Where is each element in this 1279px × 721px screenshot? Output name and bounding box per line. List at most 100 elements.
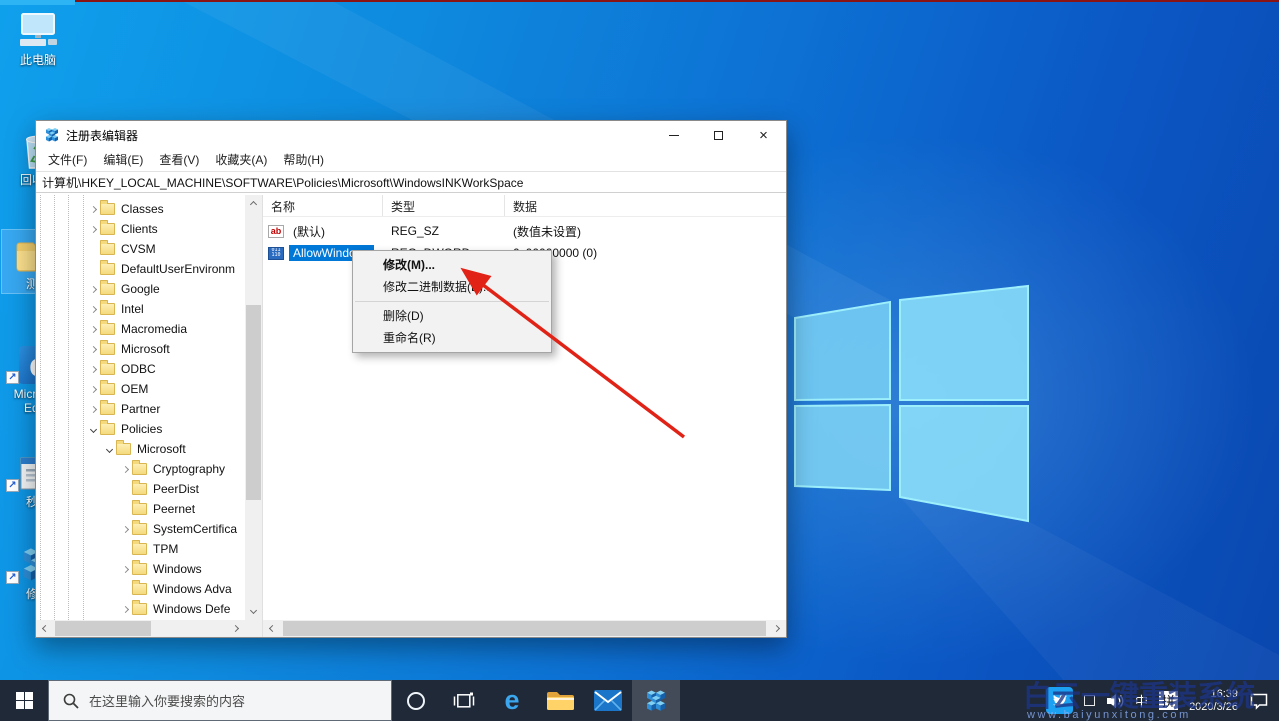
chevron-right-icon[interactable] bbox=[86, 367, 100, 372]
tree-pane: ClassesClientsCVSMDefaultUserEnvironmGoo… bbox=[36, 195, 263, 637]
search-placeholder: 在这里输入你要搜索的内容 bbox=[89, 691, 245, 710]
start-button[interactable] bbox=[0, 680, 48, 721]
taskbar-clock[interactable]: 16:39 2020/3/26 bbox=[1189, 688, 1238, 714]
tree-item-peerdist[interactable]: PeerDist bbox=[36, 479, 245, 499]
menu-file[interactable]: 文件(F) bbox=[40, 149, 95, 171]
tree-item-label: Windows Adva bbox=[153, 582, 232, 596]
folder-icon bbox=[132, 523, 147, 535]
chevron-right-icon[interactable] bbox=[118, 467, 132, 472]
tree-item-label: Windows Defe bbox=[153, 602, 230, 616]
column-header-类型[interactable]: 类型 bbox=[383, 195, 505, 216]
tree-item-odbc[interactable]: ODBC bbox=[36, 359, 245, 379]
registry-editor-taskbar-button[interactable] bbox=[632, 680, 680, 721]
menu-view[interactable]: 查看(V) bbox=[151, 149, 207, 171]
shortcut-arrow-icon: ↗ bbox=[6, 479, 19, 492]
scroll-left-icon[interactable] bbox=[263, 620, 280, 637]
scroll-up-icon[interactable] bbox=[245, 195, 262, 212]
chevron-right-icon[interactable] bbox=[86, 207, 100, 212]
folder-icon bbox=[100, 403, 115, 415]
tree-item-defaultuserenvironm[interactable]: DefaultUserEnvironm bbox=[36, 259, 245, 279]
scroll-left-icon[interactable] bbox=[36, 620, 53, 637]
menu-favorites[interactable]: 收藏夹(A) bbox=[207, 149, 275, 171]
scroll-right-icon[interactable] bbox=[228, 620, 245, 637]
tree-item-windows-defe[interactable]: Windows Defe bbox=[36, 599, 245, 619]
tree-item-clients[interactable]: Clients bbox=[36, 219, 245, 239]
maximize-button[interactable] bbox=[696, 121, 741, 149]
column-header-名称[interactable]: 名称 bbox=[263, 195, 383, 216]
minimize-button[interactable] bbox=[651, 121, 696, 149]
system-tray: 中 拼 16:39 2020/3/26 bbox=[1046, 680, 1279, 721]
tree-item-windows[interactable]: Windows bbox=[36, 559, 245, 579]
file-explorer-button[interactable] bbox=[536, 680, 584, 721]
windows-logo-icon bbox=[16, 692, 33, 709]
action-center-icon[interactable] bbox=[1249, 692, 1269, 710]
tree-item-partner[interactable]: Partner bbox=[36, 399, 245, 419]
context-item-删除-d[interactable]: 删除(D) bbox=[353, 305, 551, 327]
tree-vscroll-thumb[interactable] bbox=[246, 305, 261, 500]
tree-item-intel[interactable]: Intel bbox=[36, 299, 245, 319]
tree-item-microsoft[interactable]: Microsoft bbox=[36, 439, 245, 459]
tree-item-label: Microsoft bbox=[121, 342, 170, 356]
list-hscroll-thumb[interactable] bbox=[283, 621, 766, 636]
tree-item-oem[interactable]: OEM bbox=[36, 379, 245, 399]
chevron-right-icon[interactable] bbox=[86, 407, 100, 412]
tree-item-tpm[interactable]: TPM bbox=[36, 539, 245, 559]
menu-edit[interactable]: 编辑(E) bbox=[95, 149, 151, 171]
tree-item-classes[interactable]: Classes bbox=[36, 199, 245, 219]
chevron-right-icon[interactable] bbox=[86, 287, 100, 292]
chevron-right-icon[interactable] bbox=[86, 307, 100, 312]
context-item-重命名-r[interactable]: 重命名(R) bbox=[353, 327, 551, 349]
chevron-down-icon[interactable] bbox=[86, 427, 100, 432]
tree-horizontal-scrollbar[interactable] bbox=[36, 620, 245, 637]
title-bar[interactable]: 注册表编辑器 × bbox=[36, 121, 786, 149]
desktop-icon-this-pc[interactable]: 此电脑 bbox=[2, 6, 74, 69]
task-view-button[interactable] bbox=[440, 680, 488, 721]
menu-help[interactable]: 帮助(H) bbox=[275, 149, 332, 171]
chevron-right-icon[interactable] bbox=[86, 327, 100, 332]
folder-icon bbox=[132, 603, 147, 615]
address-bar[interactable]: 计算机\HKEY_LOCAL_MACHINE\SOFTWARE\Policies… bbox=[36, 171, 786, 193]
tree-item-macromedia[interactable]: Macromedia bbox=[36, 319, 245, 339]
tree-item-cvsm[interactable]: CVSM bbox=[36, 239, 245, 259]
folder-icon bbox=[100, 263, 115, 275]
value-row-默认[interactable]: ab(默认)REG_SZ(数值未设置) bbox=[263, 220, 786, 242]
scroll-down-icon[interactable] bbox=[245, 603, 262, 620]
folder-icon bbox=[100, 243, 115, 255]
taskbar-search-input[interactable]: 在这里输入你要搜索的内容 bbox=[48, 680, 392, 721]
chevron-right-icon[interactable] bbox=[86, 347, 100, 352]
chevron-right-icon[interactable] bbox=[86, 387, 100, 392]
context-item-修改二进制数据-b[interactable]: 修改二进制数据(B)... bbox=[353, 276, 551, 298]
chevron-down-icon[interactable] bbox=[102, 447, 116, 452]
ime-pinyin-indicator[interactable]: 拼 bbox=[1159, 691, 1178, 710]
tree-item-label: Windows bbox=[153, 562, 202, 576]
volume-icon[interactable] bbox=[1106, 693, 1124, 709]
mail-button[interactable] bbox=[584, 680, 632, 721]
tree-item-label: Microsoft bbox=[137, 442, 186, 456]
chevron-right-icon[interactable] bbox=[118, 527, 132, 532]
search-icon bbox=[63, 693, 79, 709]
tree-hscroll-thumb[interactable] bbox=[55, 621, 151, 636]
cortana-button[interactable] bbox=[392, 680, 440, 721]
tray-misc-icon[interactable] bbox=[1084, 695, 1095, 706]
scroll-right-icon[interactable] bbox=[769, 620, 786, 637]
tree-item-policies[interactable]: Policies bbox=[36, 419, 245, 439]
edge-button[interactable]: e bbox=[488, 680, 536, 721]
ime-language-indicator[interactable]: 中 bbox=[1135, 691, 1148, 710]
tree-item-microsoft[interactable]: Microsoft bbox=[36, 339, 245, 359]
list-horizontal-scrollbar[interactable] bbox=[263, 620, 786, 637]
tree-item-systemcertifica[interactable]: SystemCertifica bbox=[36, 519, 245, 539]
chevron-right-icon[interactable] bbox=[118, 567, 132, 572]
close-button[interactable]: × bbox=[741, 121, 786, 149]
chevron-right-icon[interactable] bbox=[86, 227, 100, 232]
tree-vertical-scrollbar[interactable] bbox=[245, 195, 262, 620]
context-item-修改-m[interactable]: 修改(M)... bbox=[353, 254, 551, 276]
tree-item-google[interactable]: Google bbox=[36, 279, 245, 299]
tree-item-peernet[interactable]: Peernet bbox=[36, 499, 245, 519]
column-header-数据[interactable]: 数据 bbox=[505, 195, 786, 216]
tree-item-cryptography[interactable]: Cryptography bbox=[36, 459, 245, 479]
chevron-right-icon[interactable] bbox=[118, 607, 132, 612]
edge-icon: e bbox=[504, 687, 519, 714]
twitter-tray-button[interactable] bbox=[1046, 687, 1073, 714]
tree-item-windows-adva[interactable]: Windows Adva bbox=[36, 579, 245, 599]
value-type-cell: REG_SZ bbox=[383, 224, 505, 238]
